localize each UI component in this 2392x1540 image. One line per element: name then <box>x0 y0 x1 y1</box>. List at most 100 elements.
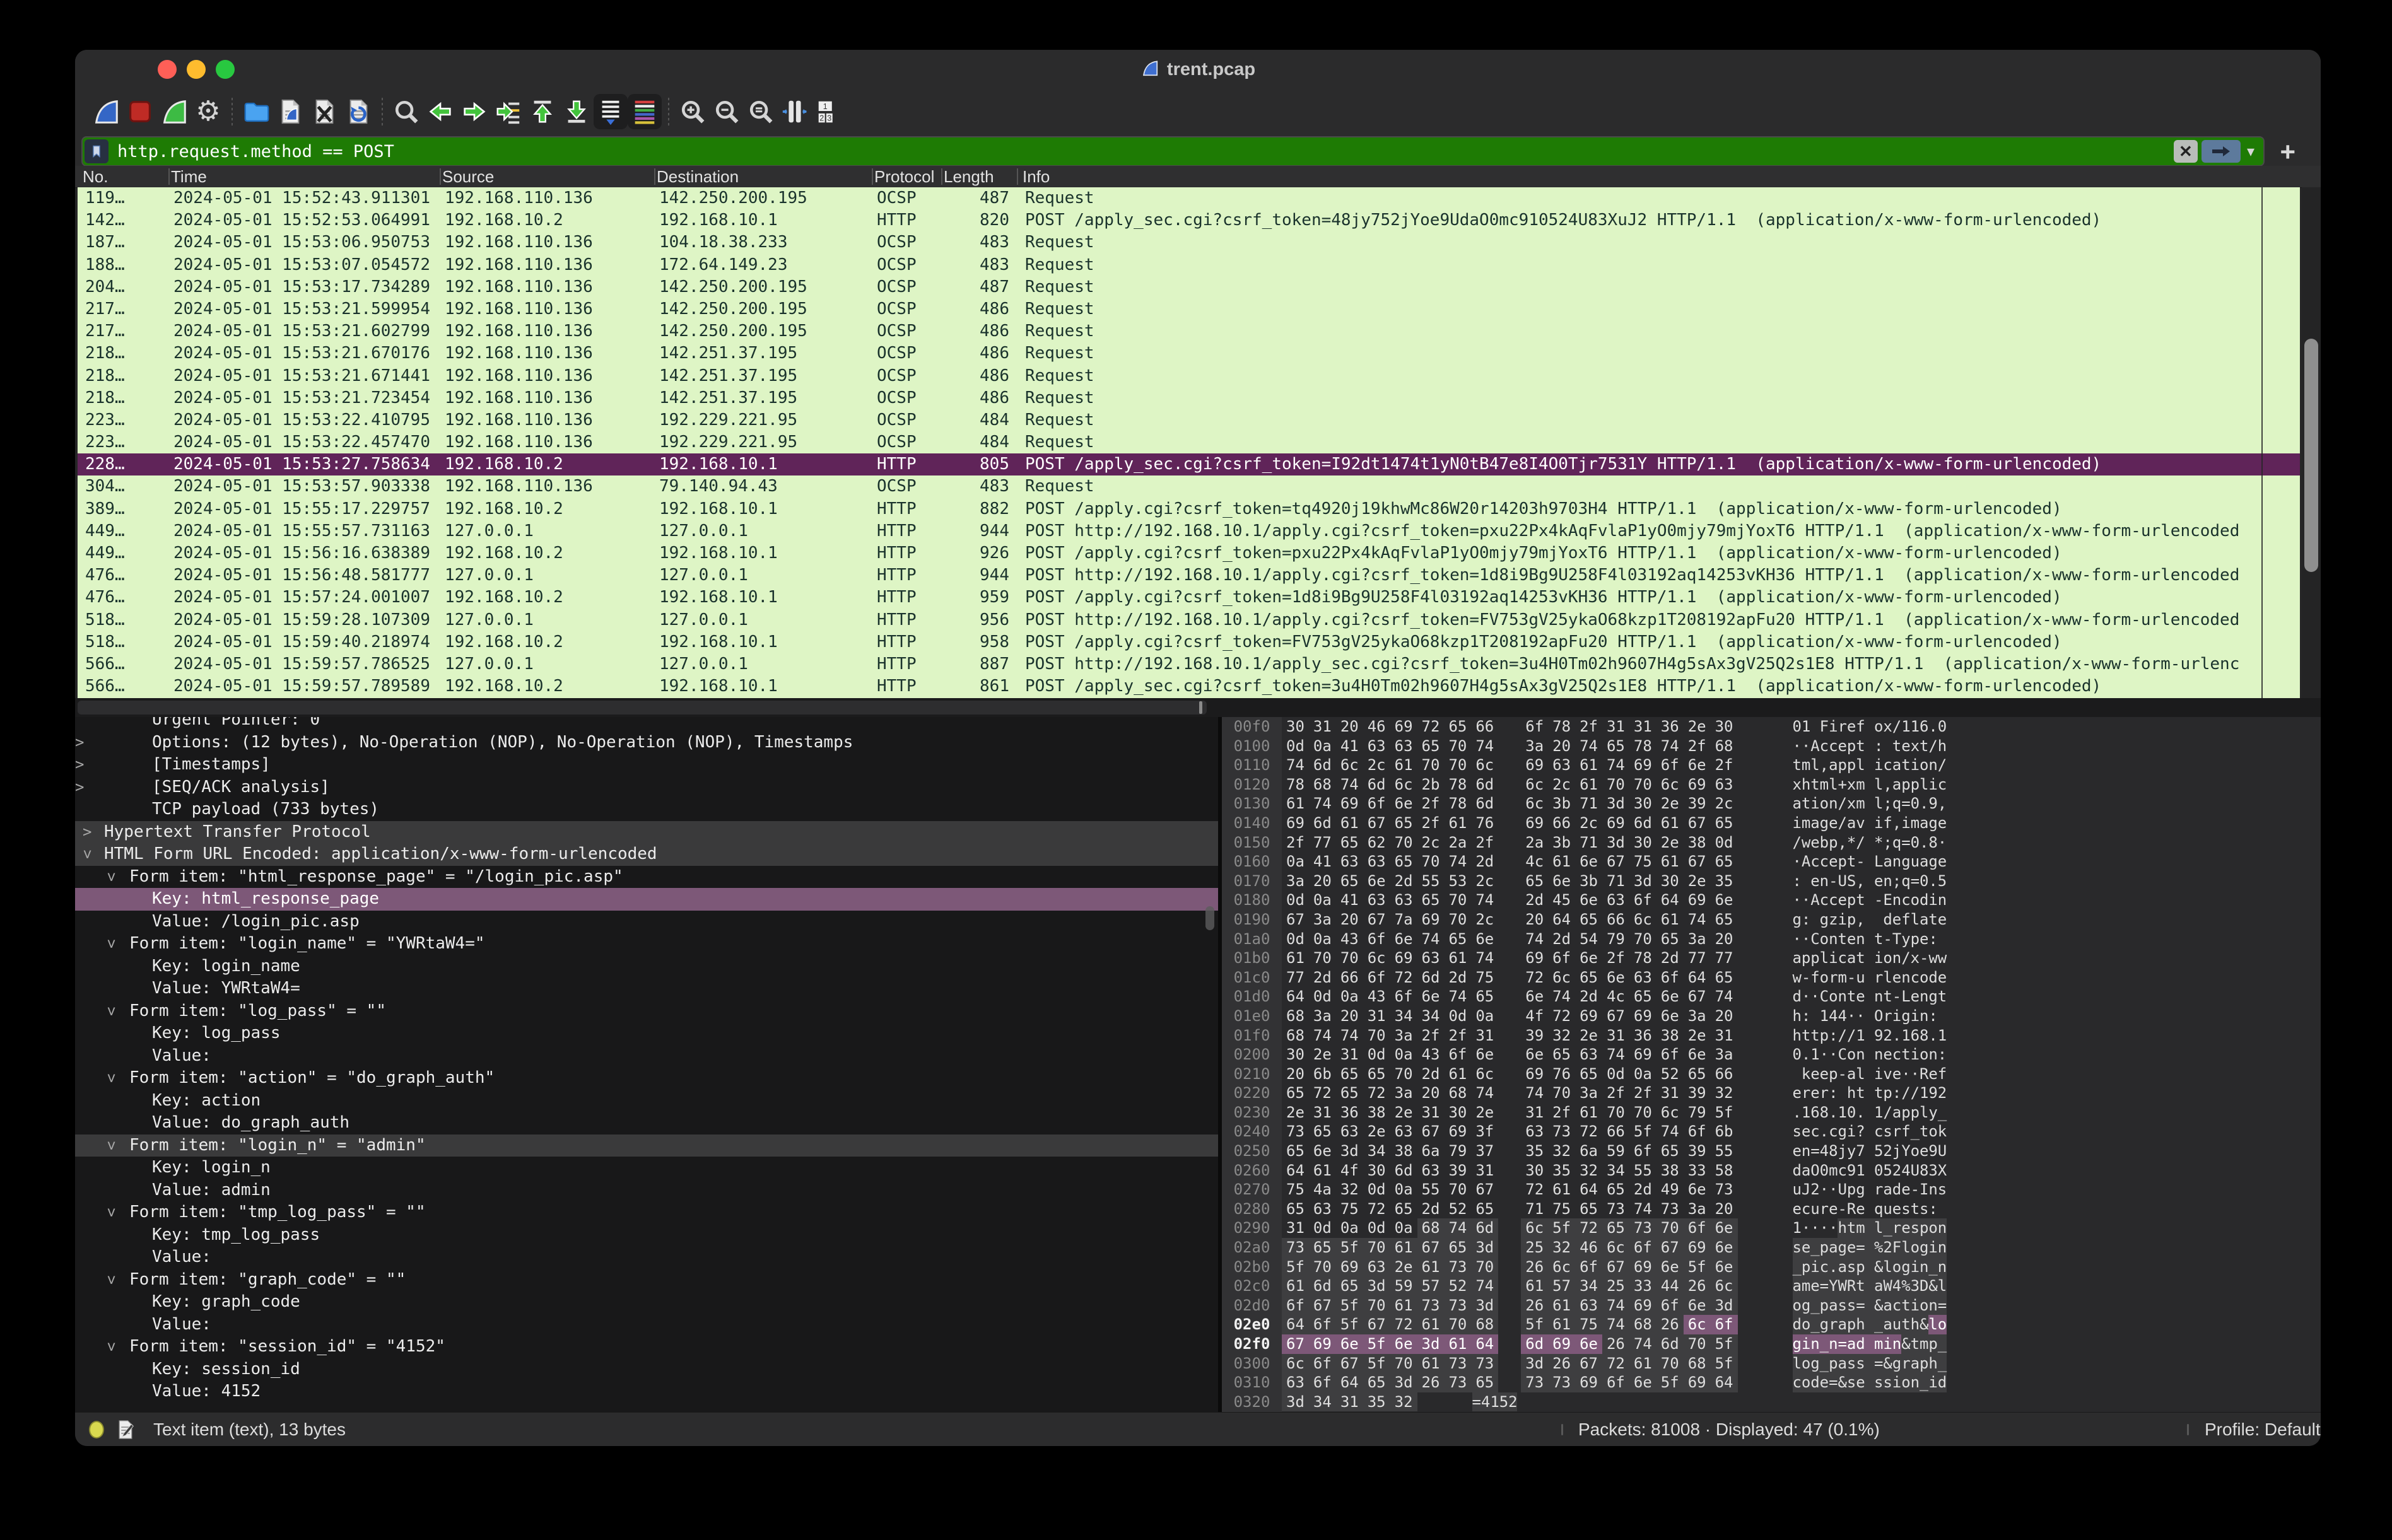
ascii-char[interactable]: & <box>1920 1315 1928 1334</box>
column-separator[interactable] <box>168 168 170 185</box>
hex-byte[interactable]: 35 <box>1521 1141 1548 1161</box>
ascii-char[interactable] <box>1938 1006 1947 1026</box>
ascii-char[interactable]: U <box>1838 1180 1846 1199</box>
column-separator[interactable] <box>440 168 441 185</box>
ascii-char[interactable]: · <box>1802 930 1810 949</box>
ascii-char[interactable]: · <box>1802 737 1810 756</box>
ascii-char[interactable]: i <box>1928 890 1937 910</box>
hex-byte[interactable]: 78 <box>1444 775 1471 795</box>
hex-byte[interactable]: 26 <box>1684 1276 1711 1296</box>
ascii-char[interactable]: g <box>1856 1180 1865 1199</box>
ascii-char[interactable]: o <box>1911 890 1920 910</box>
ascii-char[interactable]: c <box>1892 1296 1901 1315</box>
hex-byte[interactable]: 4f <box>1521 1006 1548 1026</box>
ascii-char[interactable]: · <box>1802 987 1810 1006</box>
ascii-char[interactable]: s <box>1847 1296 1856 1315</box>
ascii-char[interactable]: · <box>1793 852 1802 872</box>
ascii-char[interactable]: S <box>1847 872 1856 891</box>
hex-byte[interactable]: 69 <box>1444 1122 1471 1141</box>
ascii-char[interactable]: - <box>1920 948 1928 968</box>
ascii-char[interactable]: 8 <box>1920 1026 1928 1046</box>
ascii-char[interactable]: · <box>1802 890 1810 910</box>
hex-row[interactable]: 0270754a320d0a557067726164652d496e73uJ2·… <box>1222 1180 2321 1199</box>
hex-byte[interactable]: 2d <box>1548 930 1575 949</box>
hex-byte[interactable]: 0d <box>1282 737 1309 756</box>
hex-byte[interactable]: 65 <box>1711 910 1738 930</box>
ascii-char[interactable]: d <box>1920 890 1928 910</box>
ascii-char[interactable]: n <box>1838 987 1846 1006</box>
ascii-char[interactable]: e <box>1820 1373 1829 1392</box>
ascii-char[interactable]: t <box>1901 1045 1910 1065</box>
hex-byte[interactable]: 69 <box>1602 814 1629 833</box>
ascii-char[interactable]: : <box>1829 1026 1838 1046</box>
ascii-char[interactable]: 2 <box>1892 1161 1901 1181</box>
hex-byte[interactable]: 70 <box>1444 1315 1471 1334</box>
hex-byte[interactable]: 2f <box>1684 737 1711 756</box>
ascii-char[interactable]: a <box>1829 755 1838 775</box>
hex-byte[interactable]: 65 <box>1521 872 1548 891</box>
ascii-char[interactable]: i <box>1874 814 1883 833</box>
hex-byte[interactable]: 78 <box>1444 794 1471 814</box>
filter-add-button[interactable]: + <box>2280 137 2295 167</box>
ascii-char[interactable]: p <box>1847 1180 1856 1199</box>
hex-row[interactable]: 0310636f64653d2673657373696f6e5f6964code… <box>1222 1373 2321 1392</box>
hex-byte[interactable]: 2e <box>1684 1026 1711 1046</box>
ascii-char[interactable]: o <box>1911 1238 1920 1257</box>
tree-row[interactable]: >[SEQ/ACK analysis] <box>75 776 1218 799</box>
hex-row[interactable]: 0140696d6167652f617669662c696d616765imag… <box>1222 814 2321 833</box>
tree-row[interactable]: Value: <box>75 1246 1218 1269</box>
hex-byte[interactable]: 77 <box>1309 833 1336 853</box>
ascii-char[interactable]: t <box>1856 948 1865 968</box>
ascii-char[interactable]: t <box>1874 1083 1883 1103</box>
hex-byte[interactable]: 70 <box>1444 890 1471 910</box>
hex-byte[interactable]: 6b <box>1309 1065 1336 1084</box>
ascii-char[interactable]: · <box>1911 1065 1920 1084</box>
hex-byte[interactable]: 61 <box>1444 1065 1471 1084</box>
hex-byte[interactable]: 70 <box>1602 775 1629 795</box>
hex-byte[interactable]: 26 <box>1521 1257 1548 1277</box>
ascii-char[interactable] <box>1865 987 1874 1006</box>
ascii-char[interactable]: p <box>1802 1257 1810 1277</box>
ascii-char[interactable]: a <box>1838 1257 1846 1277</box>
ascii-char[interactable] <box>1865 872 1874 891</box>
ascii-char[interactable]: · <box>1829 1180 1838 1199</box>
ascii-char[interactable]: 1 <box>1911 717 1920 737</box>
hex-byte[interactable]: 2d <box>1444 968 1471 988</box>
ascii-char[interactable]: · <box>1810 987 1819 1006</box>
hex-byte[interactable]: 69 <box>1309 1334 1336 1354</box>
ascii-char[interactable]: 9 <box>1847 1161 1856 1181</box>
hex-byte[interactable]: 69 <box>1390 948 1417 968</box>
ascii-char[interactable]: Y <box>1829 1276 1838 1296</box>
hex-byte[interactable]: 0a <box>1309 930 1336 949</box>
ascii-char[interactable]: g <box>1928 814 1937 833</box>
hex-byte[interactable]: 31 <box>1711 1026 1738 1046</box>
chevron-down-icon[interactable]: > <box>100 940 122 948</box>
ascii-char[interactable]: g <box>1892 1354 1901 1374</box>
ascii-char[interactable]: e <box>1829 852 1838 872</box>
ascii-char[interactable]: _ <box>1911 1122 1920 1141</box>
ascii-char[interactable]: 9 <box>1928 794 1937 814</box>
packet-row[interactable]: 217…2024-05-01 15:53:21.599954192.168.11… <box>78 298 2300 320</box>
ascii-char[interactable]: n <box>1810 1334 1819 1354</box>
ascii-char[interactable]: u <box>1810 1199 1819 1219</box>
hex-byte[interactable]: 6c <box>1521 794 1548 814</box>
hex-byte[interactable]: 44 <box>1656 1276 1684 1296</box>
packet-row[interactable]: 228…2024-05-01 15:53:27.758634192.168.10… <box>78 453 2300 475</box>
zoom-reset-icon[interactable] <box>744 94 778 129</box>
ascii-char[interactable]: d <box>1883 910 1892 930</box>
ascii-char[interactable]: m <box>1820 775 1829 795</box>
hex-byte[interactable]: 61 <box>1575 775 1602 795</box>
hex-byte[interactable]: 6e <box>1390 794 1417 814</box>
hex-byte[interactable]: 2c <box>1575 814 1602 833</box>
hex-byte[interactable]: 41 <box>1336 737 1363 756</box>
hex-byte[interactable]: 64 <box>1548 910 1575 930</box>
chevron-down-icon[interactable]: > <box>100 872 122 881</box>
ascii-char[interactable]: c <box>1883 755 1892 775</box>
ascii-char[interactable]: a <box>1892 1103 1901 1123</box>
hex-byte[interactable]: 31 <box>1336 1392 1363 1412</box>
hex-byte[interactable]: 6e <box>1471 930 1498 949</box>
ascii-char[interactable] <box>1865 1238 1874 1257</box>
hex-byte[interactable]: 0a <box>1629 1065 1656 1084</box>
ascii-char[interactable]: : <box>1874 737 1883 756</box>
resize-columns-icon[interactable] <box>778 94 812 129</box>
